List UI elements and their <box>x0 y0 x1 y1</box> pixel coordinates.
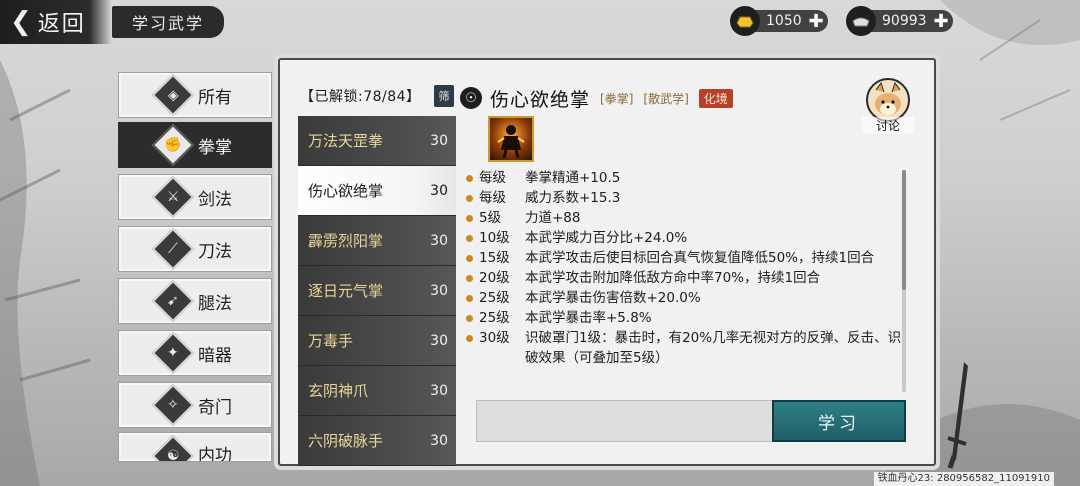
skill-list-item[interactable]: 霹雳烈阳掌 30 <box>298 216 456 266</box>
gold-currency: 1050 ✚ <box>730 6 828 36</box>
sword-icon: ⚔ <box>151 175 195 219</box>
add-gold-plus-icon[interactable]: ✚ <box>809 11 824 32</box>
skill-item-name: 玄阴神爪 <box>308 382 369 400</box>
skill-list-item[interactable]: 万法天罡拳 30 <box>298 116 456 166</box>
detail-scrollbar[interactable] <box>902 170 906 392</box>
scrollbar-thumb[interactable] <box>902 170 906 290</box>
back-label: 返回 <box>37 12 86 37</box>
skill-detail: ☉ 伤心欲绝掌 [拳掌] [散武学] 化境 每级 拳掌精通+10.5 每级 威力系数… <box>460 82 904 432</box>
skill-item-level: 30 <box>430 332 448 349</box>
skill-item-level: 30 <box>430 232 448 249</box>
all-icon: ◈ <box>151 73 195 117</box>
blade-icon: ⟋ <box>151 227 195 271</box>
skill-list-item-selected[interactable]: 伤心欲绝掌 30 <box>298 166 456 216</box>
attribute-row: 20级 本武学攻击附加降低敌方命中率70%，持续1回合 <box>466 268 902 288</box>
skill-list-item[interactable]: 玄阴神爪 30 <box>298 366 456 416</box>
page-title: 学习武学 <box>112 6 224 38</box>
skill-item-level: 30 <box>430 182 448 199</box>
category-label: 所有 <box>198 87 232 108</box>
filter-button[interactable]: 筛 <box>434 85 454 107</box>
fist-icon: ✊ <box>151 123 195 167</box>
unlock-count: 【已解锁:78/84】 <box>300 89 421 105</box>
category-label: 奇门 <box>198 397 232 418</box>
chevron-left-icon: ❮ <box>10 7 32 37</box>
attribute-row: 25级 本武学暴击率+5.8% <box>466 308 902 328</box>
skill-attributes: 每级 拳掌精通+10.5 每级 威力系数+15.3 5级 力道+88 10级 本武学威力… <box>466 168 902 368</box>
gold-amount: 1050 <box>766 13 802 29</box>
watermark: 铁血丹心23: 280956582_11091910 <box>873 472 1054 486</box>
skill-realm-tag: 化境 <box>698 88 733 108</box>
attribute-row: 10级 本武学威力百分比+24.0% <box>466 228 902 248</box>
category-inner-power[interactable]: ☯ 内功 <box>118 432 272 462</box>
category-label: 腿法 <box>198 293 232 314</box>
skill-name: 伤心欲绝掌 <box>490 88 591 111</box>
leg-icon: ➹ <box>151 279 195 323</box>
category-fist[interactable]: ✊ 拳掌 <box>118 122 272 168</box>
category-label: 拳掌 <box>198 137 232 158</box>
category-label: 暗器 <box>198 345 232 366</box>
discuss-label: 讨论 <box>862 117 914 134</box>
skill-list[interactable]: 万法天罡拳 30 伤心欲绝掌 30 霹雳烈阳掌 30 逐日元气掌 30 万毒手 … <box>298 116 456 486</box>
skill-item-name: 霹雳烈阳掌 <box>308 232 384 250</box>
skill-item-name: 逐日元气掌 <box>308 282 384 300</box>
add-silver-plus-icon[interactable]: ✚ <box>933 11 948 32</box>
category-label: 内功 <box>198 446 232 462</box>
silver-amount: 90993 <box>882 13 927 29</box>
discuss-button[interactable]: 讨论 <box>862 78 914 134</box>
skill-item-level: 30 <box>430 132 448 149</box>
skill-item-level: 30 <box>430 282 448 299</box>
skill-school-tag: [散武学] <box>643 91 689 106</box>
skill-item-name: 万法天罡拳 <box>308 132 384 150</box>
skill-item-name: 万毒手 <box>308 332 354 350</box>
category-label: 剑法 <box>198 189 232 210</box>
attribute-row: 30级 识破罩门1级：暴击时，有20%几率无视对方的反弹、反击、识破效果（可叠加至… <box>466 328 902 368</box>
attribute-row: 每级 威力系数+15.3 <box>466 188 902 208</box>
shuriken-icon: ✦ <box>151 331 195 375</box>
skill-item-name: 伤心欲绝掌 <box>308 182 384 200</box>
skill-list-item[interactable]: 万毒手 30 <box>298 316 456 366</box>
inner-power-icon: ☯ <box>151 434 195 461</box>
skill-panel: 【已解锁:78/84】 筛 万法天罡拳 30 伤心欲绝掌 30 霹雳烈阳掌 30… <box>278 58 936 466</box>
learn-button[interactable]: 学习 <box>772 400 906 442</box>
category-label: 刀法 <box>198 241 232 262</box>
attribute-row: 每级 拳掌精通+10.5 <box>466 168 902 188</box>
skill-header: ☉ 伤心欲绝掌 [拳掌] [散武学] 化境 <box>460 82 904 114</box>
sword-decoration-icon <box>947 362 968 469</box>
category-hidden-weapon[interactable]: ✦ 暗器 <box>118 330 272 376</box>
skill-list-item[interactable]: 六阴破脉手 30 <box>298 416 456 466</box>
shiba-avatar-icon <box>866 78 910 122</box>
silver-currency: 90993 ✚ <box>846 6 953 36</box>
gold-ingot-icon <box>730 6 760 36</box>
skill-type-tag: [拳掌] <box>600 91 634 106</box>
silver-ingot-icon <box>846 6 876 36</box>
skill-list-item[interactable]: 逐日元气掌 30 <box>298 266 456 316</box>
skill-item-name: 六阴破脉手 <box>308 432 384 450</box>
attribute-row: 15级 本武学攻击后使目标回合真气恢复值降低50%，持续1回合 <box>466 248 902 268</box>
martial-artist-icon: ☉ <box>460 87 482 109</box>
back-button[interactable]: ❮ 返回 <box>0 0 112 44</box>
exotic-weapon-icon: ✧ <box>151 383 195 427</box>
category-sword[interactable]: ⚔ 剑法 <box>118 174 272 220</box>
attribute-row: 25级 本武学暴击伤害倍数+20.0% <box>466 288 902 308</box>
skill-portrait-icon <box>488 116 534 162</box>
skill-item-level: 30 <box>430 382 448 399</box>
category-all[interactable]: ◈ 所有 <box>118 72 272 118</box>
category-exotic[interactable]: ✧ 奇门 <box>118 382 272 428</box>
skill-item-level: 30 <box>430 432 448 449</box>
attribute-row: 5级 力道+88 <box>466 208 902 228</box>
category-leg[interactable]: ➹ 腿法 <box>118 278 272 324</box>
category-blade[interactable]: ⟋ 刀法 <box>118 226 272 272</box>
